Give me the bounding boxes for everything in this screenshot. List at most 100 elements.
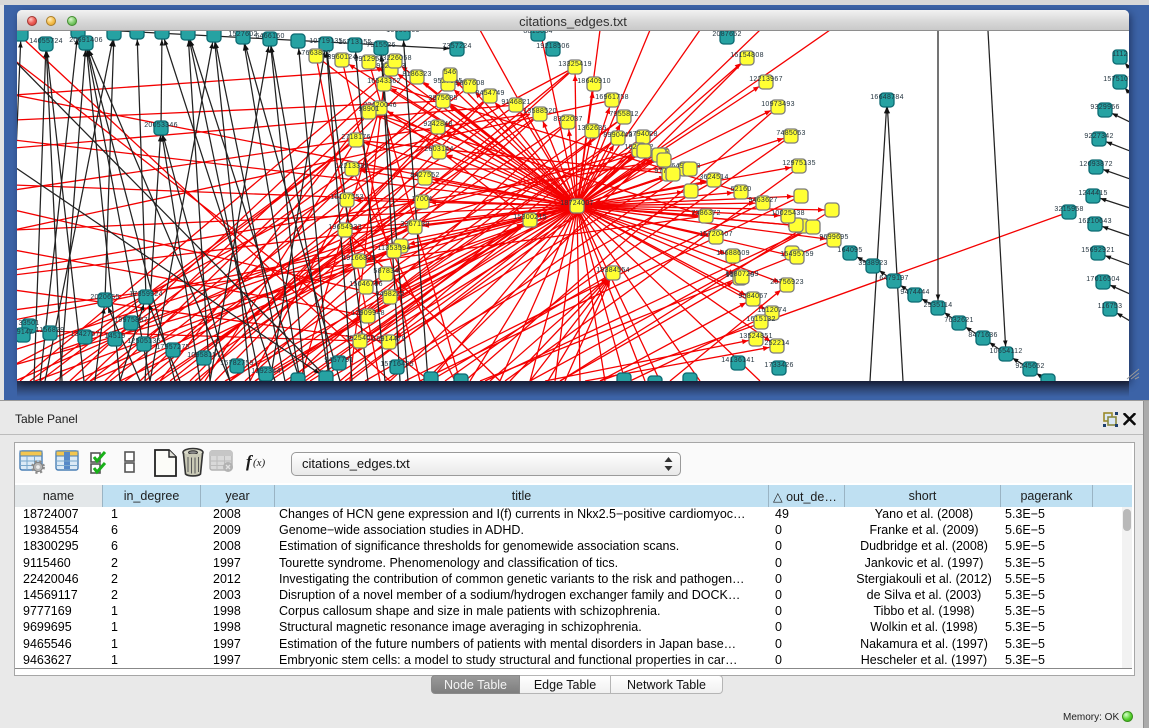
svg-text:12093872: 12093872 bbox=[1079, 161, 1113, 168]
svg-text:9699695: 9699695 bbox=[819, 234, 848, 241]
svg-text:6479197: 6479197 bbox=[879, 275, 908, 282]
svg-text:1527602: 1527602 bbox=[228, 31, 257, 38]
svg-text:19975887: 19975887 bbox=[114, 317, 148, 324]
svg-text:13226058: 13226058 bbox=[378, 55, 412, 62]
svg-text:17359924: 17359924 bbox=[129, 291, 163, 298]
svg-text:6794028: 6794028 bbox=[628, 131, 657, 138]
svg-text:3624514: 3624514 bbox=[699, 174, 728, 181]
svg-text:9245652: 9245652 bbox=[1015, 363, 1044, 370]
svg-text:9242848: 9242848 bbox=[423, 121, 452, 128]
svg-text:20691406: 20691406 bbox=[69, 37, 103, 44]
svg-text:164095: 164095 bbox=[837, 247, 862, 254]
svg-text:1342757: 1342757 bbox=[70, 331, 99, 338]
svg-text:116753: 116753 bbox=[1098, 303, 1123, 310]
svg-text:1292344: 1292344 bbox=[251, 368, 280, 375]
svg-text:10973493: 10973493 bbox=[761, 101, 795, 108]
svg-text:18724007: 18724007 bbox=[560, 200, 594, 207]
svg-text:3215958: 3215958 bbox=[1054, 206, 1083, 213]
svg-text:12975135: 12975135 bbox=[782, 160, 816, 167]
svg-text:1156829: 1156829 bbox=[36, 327, 65, 334]
svg-text:14136141: 14136141 bbox=[721, 357, 755, 364]
svg-text:19384554: 19384554 bbox=[596, 267, 630, 274]
svg-text:39147: 39147 bbox=[17, 329, 33, 336]
svg-text:8813054: 8813054 bbox=[523, 31, 552, 35]
svg-text:8471636: 8471636 bbox=[968, 332, 997, 339]
svg-text:16782759: 16782759 bbox=[220, 360, 254, 367]
svg-text:16154808: 16154808 bbox=[730, 52, 764, 59]
svg-text:2867608: 2867608 bbox=[455, 80, 484, 87]
svg-text:3938923: 3938923 bbox=[858, 260, 887, 267]
svg-text:98901: 98901 bbox=[359, 106, 380, 113]
svg-text:8427552: 8427552 bbox=[410, 172, 439, 179]
svg-text:10654112: 10654112 bbox=[989, 348, 1022, 355]
svg-text:10025438: 10025438 bbox=[771, 210, 805, 217]
svg-text:9463627: 9463627 bbox=[748, 197, 777, 204]
svg-text:10688609: 10688609 bbox=[716, 250, 750, 257]
svg-text:1615132: 1615132 bbox=[746, 316, 775, 323]
svg-text:9146821: 9146821 bbox=[501, 99, 530, 106]
svg-text:17016504: 17016504 bbox=[1086, 276, 1120, 283]
svg-text:13325419: 13325419 bbox=[558, 61, 592, 68]
svg-text:16914479: 16914479 bbox=[372, 336, 406, 343]
svg-text:7386372: 7386372 bbox=[691, 210, 720, 217]
svg-text:16543362: 16543362 bbox=[367, 78, 401, 85]
svg-text:11353594: 11353594 bbox=[377, 245, 410, 252]
svg-text:7625402: 7625402 bbox=[345, 335, 374, 342]
svg-text:16961758: 16961758 bbox=[595, 94, 629, 101]
svg-text:9329966: 9329966 bbox=[1090, 104, 1119, 111]
svg-text:20756923: 20756923 bbox=[770, 279, 804, 286]
svg-text:1362635: 1362635 bbox=[577, 125, 606, 132]
svg-text:33501: 33501 bbox=[19, 320, 40, 327]
svg-text:2020655: 2020655 bbox=[90, 294, 119, 301]
svg-text:8186323: 8186323 bbox=[402, 71, 431, 78]
svg-text:7515526: 7515526 bbox=[366, 42, 395, 49]
svg-text:1612074: 1612074 bbox=[757, 307, 786, 314]
svg-text:16033809: 16033809 bbox=[386, 31, 420, 34]
svg-text:19218506: 19218506 bbox=[536, 43, 570, 50]
svg-text:15720407: 15720407 bbox=[699, 231, 733, 238]
svg-text:17957275: 17957275 bbox=[156, 344, 190, 351]
svg-text:546: 546 bbox=[444, 69, 457, 76]
svg-text:2603144: 2603144 bbox=[424, 146, 453, 153]
svg-text:17004: 17004 bbox=[412, 196, 433, 203]
svg-text:7485063: 7485063 bbox=[776, 130, 805, 137]
svg-text:12213389: 12213389 bbox=[335, 163, 369, 170]
svg-text:18640910: 18640910 bbox=[577, 78, 611, 85]
svg-text:10958157: 10958157 bbox=[187, 352, 221, 359]
svg-text:9498222: 9498222 bbox=[375, 291, 404, 298]
svg-text:1112: 1112 bbox=[1112, 51, 1128, 58]
svg-text:1244415: 1244415 bbox=[1078, 190, 1107, 197]
svg-text:8322037: 8322037 bbox=[553, 116, 582, 123]
svg-text:13524851: 13524851 bbox=[739, 333, 773, 340]
svg-text:12213967: 12213967 bbox=[749, 76, 783, 83]
svg-text:7955812: 7955812 bbox=[609, 111, 638, 118]
svg-text:16107553: 16107553 bbox=[330, 194, 364, 201]
svg-text:9227342: 9227342 bbox=[1084, 133, 1113, 140]
svg-text:20053346: 20053346 bbox=[144, 122, 178, 129]
svg-text:12909948: 12909948 bbox=[351, 310, 385, 317]
svg-text:15300215: 15300215 bbox=[513, 214, 547, 221]
svg-text:19166825: 19166825 bbox=[342, 255, 376, 262]
svg-text:16648784: 16648784 bbox=[870, 94, 904, 101]
svg-text:2718176: 2718176 bbox=[341, 134, 370, 141]
svg-text:16210643: 16210643 bbox=[1078, 218, 1112, 225]
svg-text:62160: 62160 bbox=[731, 186, 752, 193]
svg-text:8960124: 8960124 bbox=[327, 54, 356, 61]
svg-text:1733426: 1733426 bbox=[764, 362, 793, 369]
svg-text:3875685: 3875685 bbox=[428, 95, 457, 102]
svg-text:3267130: 3267130 bbox=[400, 221, 429, 228]
svg-text:15716485: 15716485 bbox=[380, 361, 414, 368]
svg-text:587834: 587834 bbox=[373, 268, 398, 275]
svg-text:8454749: 8454749 bbox=[475, 90, 504, 97]
svg-text:9457791: 9457791 bbox=[324, 357, 353, 364]
svg-text:6466160: 6466160 bbox=[255, 33, 284, 40]
svg-text:7632621: 7632621 bbox=[944, 317, 973, 324]
svg-text:15692921: 15692921 bbox=[1081, 247, 1115, 254]
svg-text:7357224: 7357224 bbox=[442, 43, 471, 50]
svg-text:7663822: 7663822 bbox=[301, 50, 330, 57]
svg-text:14519: 14519 bbox=[105, 333, 126, 340]
svg-text:9474444: 9474444 bbox=[900, 289, 929, 296]
svg-text:15495759: 15495759 bbox=[780, 251, 814, 258]
svg-text:9084067: 9084067 bbox=[738, 293, 767, 300]
svg-text:14055724: 14055724 bbox=[29, 38, 63, 45]
